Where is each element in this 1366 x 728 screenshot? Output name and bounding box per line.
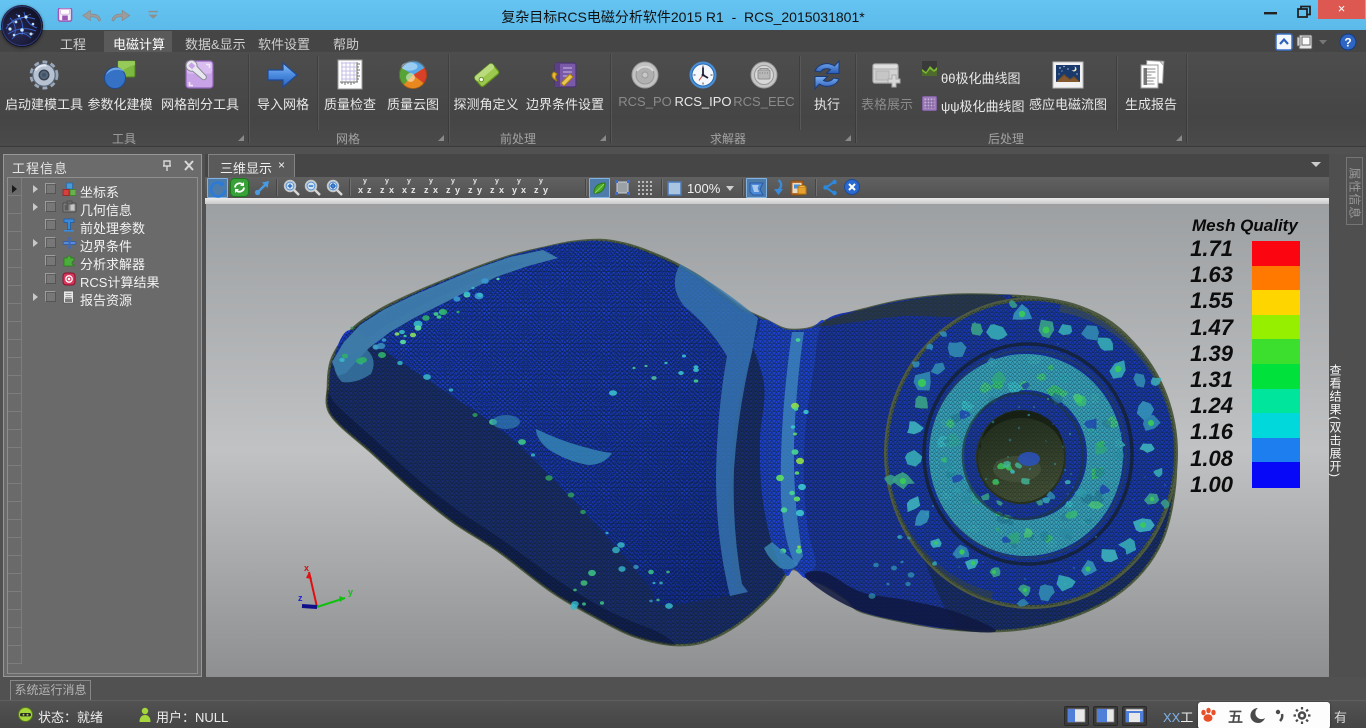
svg-text:?: ?: [1344, 36, 1351, 50]
svg-text:x: x: [304, 563, 309, 573]
svg-text:y: y: [348, 587, 353, 597]
svg-text:z: z: [298, 593, 303, 603]
svg-text:五: 五: [1228, 709, 1243, 726]
